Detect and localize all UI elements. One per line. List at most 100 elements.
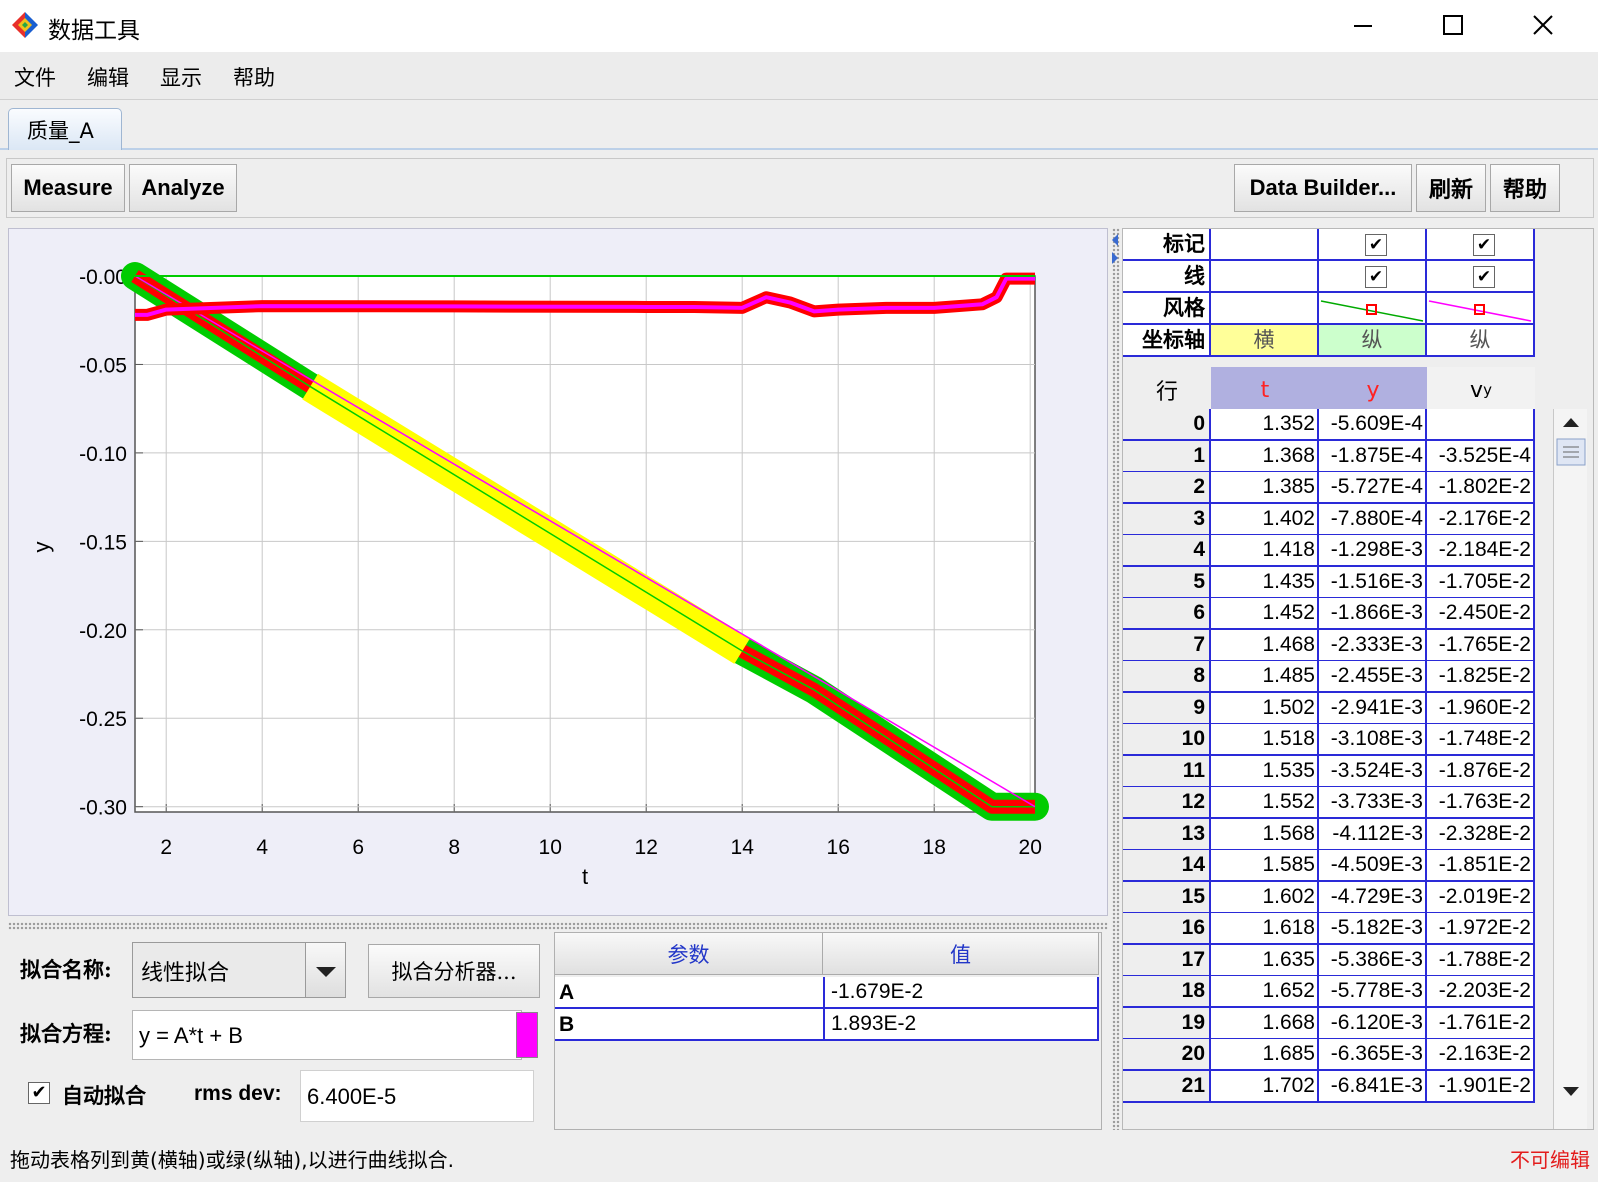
vy-line-checkbox[interactable]: ✔ [1473,266,1495,288]
row-index[interactable]: 2 [1123,472,1211,504]
table-cell[interactable]: 1.602 [1211,881,1319,914]
table-cell[interactable]: -6.120E-3 [1319,1007,1427,1040]
table-cell[interactable]: 1.468 [1211,629,1319,662]
table-cell[interactable]: -1.866E-3 [1319,598,1427,630]
table-cell[interactable]: -2.328E-2 [1427,818,1535,851]
param-row[interactable]: A -1.679E-2 [555,977,1099,1009]
row-index[interactable]: 15 [1123,881,1211,914]
table-cell[interactable]: 1.368 [1211,440,1319,473]
menu-view[interactable]: 显示 [160,62,202,92]
menu-edit[interactable]: 编辑 [87,62,129,92]
minimize-button[interactable] [1318,0,1408,50]
table-cell[interactable]: -1.802E-2 [1427,472,1535,504]
table-cell[interactable]: -2.203E-2 [1427,976,1535,1008]
horizontal-split-handle[interactable] [8,922,1108,930]
param-row[interactable]: B 1.893E-2 [555,1009,1099,1041]
fit-equation-field[interactable]: y = A*t + B [132,1010,522,1060]
row-index[interactable]: 6 [1123,598,1211,630]
table-cell[interactable]: -5.182E-3 [1319,913,1427,945]
table-cell[interactable]: -1.960E-2 [1427,692,1535,725]
table-cell[interactable]: -1.851E-2 [1427,850,1535,882]
table-cell[interactable]: -3.525E-4 [1427,440,1535,473]
table-cell[interactable]: -4.112E-3 [1319,818,1427,851]
table-cell[interactable]: -1.901E-2 [1427,1070,1535,1103]
row-index[interactable]: 16 [1123,913,1211,945]
table-cell[interactable]: 1.652 [1211,976,1319,1008]
table-cell[interactable]: -4.729E-3 [1319,881,1427,914]
table-cell[interactable]: -1.705E-2 [1427,566,1535,599]
table-cell[interactable]: 1.452 [1211,598,1319,630]
table-cell[interactable]: -6.365E-3 [1319,1039,1427,1071]
table-cell[interactable]: -2.163E-2 [1427,1039,1535,1071]
row-index[interactable]: 4 [1123,535,1211,567]
row-index[interactable]: 19 [1123,1007,1211,1040]
row-index[interactable]: 13 [1123,818,1211,851]
param-header-name[interactable]: 参数 [555,933,823,975]
row-index[interactable]: 18 [1123,976,1211,1008]
table-cell[interactable]: -5.386E-3 [1319,944,1427,977]
table-cell[interactable]: 1.635 [1211,944,1319,977]
chevron-down-icon[interactable] [305,943,345,997]
table-cell[interactable]: 1.402 [1211,503,1319,536]
row-index[interactable]: 5 [1123,566,1211,599]
table-cell[interactable]: 1.668 [1211,1007,1319,1040]
row-index[interactable]: 7 [1123,629,1211,662]
y-axis-cell[interactable]: 纵 [1319,325,1427,357]
table-cell[interactable]: 1.585 [1211,850,1319,882]
table-cell[interactable]: -5.727E-4 [1319,472,1427,504]
t-axis-cell[interactable]: 横 [1211,325,1319,357]
table-cell[interactable]: -3.524E-3 [1319,755,1427,788]
table-cell[interactable]: -2.455E-3 [1319,661,1427,693]
param-header-value[interactable]: 值 [823,933,1099,975]
y-marker-checkbox[interactable]: ✔ [1365,234,1387,256]
refresh-button[interactable]: 刷新 [1416,164,1486,212]
col-header-y[interactable]: y [1319,367,1427,413]
table-cell[interactable]: 1.535 [1211,755,1319,788]
param-value[interactable]: -1.679E-2 [823,977,1099,1007]
row-index[interactable]: 21 [1123,1070,1211,1103]
table-cell[interactable]: -2.176E-2 [1427,503,1535,536]
plot-panel[interactable]: -0.00 -0.05 -0.10 -0.15 -0.20 -0.25 -0.30 2 4 6 8… [8,228,1108,916]
table-cell[interactable]: 1.502 [1211,692,1319,725]
table-cell[interactable]: -2.450E-2 [1427,598,1535,630]
tab-mass-a[interactable]: 质量_A [8,108,122,150]
table-cell[interactable]: 1.385 [1211,472,1319,504]
row-index[interactable]: 20 [1123,1039,1211,1071]
table-cell[interactable]: -2.019E-2 [1427,881,1535,914]
table-cell[interactable]: -5.778E-3 [1319,976,1427,1008]
vy-marker-checkbox[interactable]: ✔ [1473,234,1495,256]
table-cell[interactable]: 1.418 [1211,535,1319,567]
table-cell[interactable]: 1.685 [1211,1039,1319,1071]
col-header-row[interactable]: 行 [1123,367,1211,413]
row-index[interactable]: 10 [1123,724,1211,756]
vy-axis-cell[interactable]: 纵 [1427,325,1535,357]
data-plot[interactable]: -0.00 -0.05 -0.10 -0.15 -0.20 -0.25 -0.30 2 4 6 8… [9,229,1109,917]
fit-analyzer-button[interactable]: 拟合分析器... [368,944,540,998]
table-cell[interactable]: 1.435 [1211,566,1319,599]
table-cell[interactable]: 1.518 [1211,724,1319,756]
table-cell[interactable]: 1.568 [1211,818,1319,851]
table-cell[interactable]: 1.485 [1211,661,1319,693]
table-cell[interactable]: 1.552 [1211,787,1319,819]
table-cell[interactable]: -5.609E-4 [1319,409,1427,441]
table-cell[interactable]: 1.702 [1211,1070,1319,1103]
table-cell[interactable]: -7.880E-4 [1319,503,1427,536]
row-index[interactable]: 8 [1123,661,1211,693]
table-cell[interactable]: -3.733E-3 [1319,787,1427,819]
row-index[interactable]: 11 [1123,755,1211,788]
row-index[interactable]: 17 [1123,944,1211,977]
table-cell[interactable]: 1.618 [1211,913,1319,945]
row-index[interactable]: 1 [1123,440,1211,473]
col-header-vy[interactable]: vy [1427,367,1535,413]
table-cell[interactable]: -1.825E-2 [1427,661,1535,693]
menu-help[interactable]: 帮助 [233,62,275,92]
fit-name-select[interactable]: 线性拟合 [132,942,346,998]
table-cell[interactable]: -1.761E-2 [1427,1007,1535,1040]
table-cell[interactable]: -1.748E-2 [1427,724,1535,756]
table-cell[interactable]: -2.941E-3 [1319,692,1427,725]
table-cell[interactable]: -3.108E-3 [1319,724,1427,756]
table-cell[interactable]: -2.184E-2 [1427,535,1535,567]
vy-style-cell[interactable] [1427,293,1535,325]
row-index[interactable]: 0 [1123,409,1211,441]
row-index[interactable]: 9 [1123,692,1211,725]
